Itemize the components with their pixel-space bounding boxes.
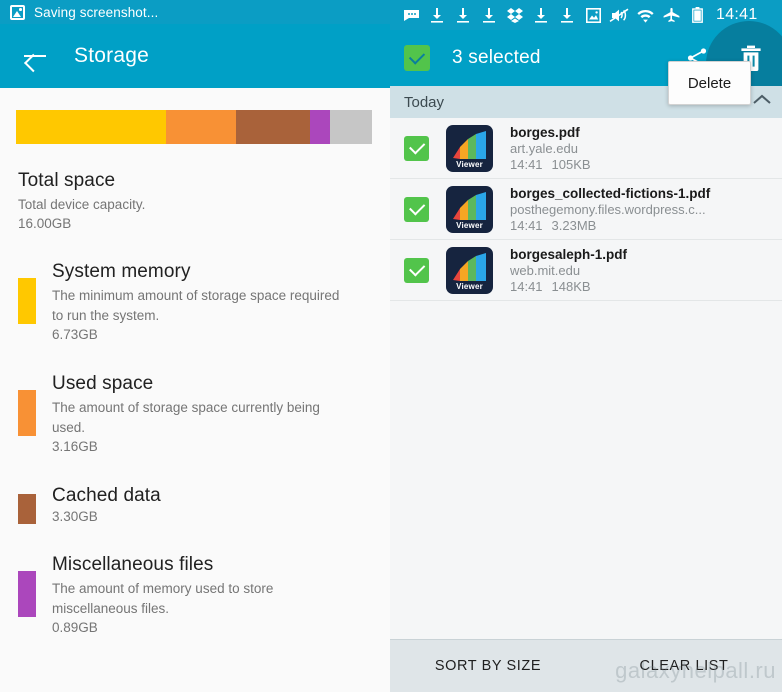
file-info: borgesaleph-1.pdf web.mit.edu 14:41 148KB bbox=[510, 247, 782, 294]
delete-tooltip: Delete bbox=[668, 61, 751, 105]
screenshot-root: Saving screenshot... Storage Total space… bbox=[0, 0, 782, 692]
download-icon bbox=[476, 0, 502, 30]
download-icon bbox=[528, 0, 554, 30]
file-checkbox[interactable] bbox=[404, 135, 429, 161]
storage-segment-bar bbox=[16, 110, 372, 144]
mute-vibrate-icon bbox=[606, 0, 632, 30]
right-phone-panel: 14:41 3 selected Today Delete Viewer bor… bbox=[390, 0, 782, 692]
pdf-viewer-icon: Viewer bbox=[446, 246, 493, 294]
item-description: The minimum amount of storage space requ… bbox=[52, 288, 340, 323]
color-swatch-used-space bbox=[18, 390, 36, 436]
icon-label: Viewer bbox=[456, 220, 483, 230]
storage-item-used-space[interactable]: Used space The amount of storage space c… bbox=[16, 345, 374, 457]
storage-bar-container bbox=[0, 88, 390, 144]
battery-icon bbox=[684, 0, 710, 30]
icon-label: Viewer bbox=[456, 281, 483, 291]
file-source: art.yale.edu bbox=[510, 140, 578, 156]
notification-text: Saving screenshot... bbox=[34, 4, 159, 20]
wifi-icon bbox=[632, 0, 658, 30]
item-value: 6.73GB bbox=[52, 327, 98, 343]
file-checkbox[interactable] bbox=[404, 196, 429, 222]
item-title: System memory bbox=[52, 261, 191, 283]
pdf-viewer-icon: Viewer bbox=[446, 185, 493, 233]
total-space-title: Total space bbox=[18, 170, 116, 191]
file-list-item[interactable]: Viewer borgesaleph-1.pdf web.mit.edu 14:41 1… bbox=[390, 240, 782, 301]
color-swatch-cached-data bbox=[18, 493, 36, 524]
image-saving-icon bbox=[10, 4, 25, 20]
file-source: posthegemony.files.wordpress.c... bbox=[510, 201, 706, 217]
pdf-viewer-icon: Viewer bbox=[446, 124, 493, 172]
item-value: 3.30GB bbox=[52, 508, 98, 524]
file-size: 3.23MB bbox=[551, 217, 597, 233]
item-title: Cached data bbox=[52, 484, 161, 506]
item-title: Used space bbox=[52, 373, 154, 394]
download-icon bbox=[554, 0, 580, 30]
total-space-description: Total device capacity. bbox=[18, 197, 146, 212]
total-space-value: 16.00GB bbox=[18, 216, 72, 232]
bottom-action-bar: SORT BY SIZE CLEAR LIST galaxyhelpall.ru bbox=[390, 639, 782, 692]
back-arrow-icon[interactable] bbox=[22, 43, 48, 69]
airplane-mode-icon bbox=[658, 0, 684, 30]
section-label: Today bbox=[404, 93, 445, 111]
file-name: borgesaleph-1.pdf bbox=[510, 246, 628, 262]
file-list-item[interactable]: Viewer borges.pdf art.yale.edu 14:41 105KB bbox=[390, 118, 782, 179]
item-value: 0.89GB bbox=[52, 620, 98, 636]
file-checkbox[interactable] bbox=[404, 257, 429, 283]
dropbox-icon bbox=[502, 0, 528, 30]
file-info: borges_collected-fictions-1.pdf posthegem… bbox=[510, 186, 782, 233]
file-meta: 14:41 105KB bbox=[510, 156, 591, 172]
file-meta: 14:41 148KB bbox=[510, 278, 591, 294]
item-value: 3.16GB bbox=[52, 439, 98, 455]
item-title: Miscellaneous files bbox=[52, 554, 214, 576]
file-name: borges.pdf bbox=[510, 124, 580, 140]
file-list-item[interactable]: Viewer borges_collected-fictions-1.pdf pos… bbox=[390, 179, 782, 240]
storage-segment bbox=[329, 110, 372, 144]
status-bar: 14:41 bbox=[390, 0, 782, 30]
chevron-up-icon[interactable] bbox=[752, 93, 772, 112]
file-info: borges.pdf art.yale.edu 14:41 105KB bbox=[510, 125, 782, 172]
file-meta: 14:41 3.23MB bbox=[510, 217, 597, 233]
selection-count-label: 3 selected bbox=[452, 47, 541, 68]
storage-list: Total space Total device capacity. 16.00… bbox=[0, 144, 390, 638]
item-description: The amount of memory used to store misce… bbox=[52, 581, 274, 616]
color-swatch-miscellaneous bbox=[18, 571, 36, 618]
page-title: Storage bbox=[74, 44, 149, 67]
storage-item-cached-data[interactable]: Cached data 3.30GB bbox=[16, 457, 374, 527]
download-icon bbox=[450, 0, 476, 30]
file-size: 148KB bbox=[551, 278, 591, 294]
message-icon bbox=[398, 0, 424, 30]
file-size: 105KB bbox=[551, 156, 591, 172]
storage-segment bbox=[236, 110, 310, 144]
storage-segment bbox=[16, 110, 166, 144]
sort-by-size-button[interactable]: SORT BY SIZE bbox=[390, 658, 586, 674]
storage-segment bbox=[309, 110, 330, 144]
left-phone-panel: Saving screenshot... Storage Total space… bbox=[0, 0, 390, 692]
storage-item-miscellaneous-files[interactable]: Miscellaneous files The amount of memory… bbox=[16, 526, 374, 638]
storage-segment bbox=[165, 110, 237, 144]
file-name: borges_collected-fictions-1.pdf bbox=[510, 185, 711, 201]
storage-item-system-memory[interactable]: System memory The minimum amount of stor… bbox=[16, 233, 374, 345]
image-icon bbox=[580, 0, 606, 30]
clear-list-button[interactable]: CLEAR LIST bbox=[586, 658, 782, 674]
icon-label: Viewer bbox=[456, 159, 483, 169]
download-icon bbox=[424, 0, 450, 30]
tooltip-label: Delete bbox=[687, 74, 732, 92]
notification-bar: Saving screenshot... bbox=[0, 0, 390, 24]
select-all-checkbox[interactable] bbox=[404, 45, 430, 71]
download-file-list: Viewer borges.pdf art.yale.edu 14:41 105KB Vi… bbox=[390, 118, 782, 301]
item-description: The amount of storage space currently be… bbox=[52, 400, 320, 435]
storage-appbar: Storage bbox=[0, 24, 390, 88]
total-space-block: Total space Total device capacity. 16.00… bbox=[16, 144, 374, 233]
file-source: web.mit.edu bbox=[510, 262, 581, 278]
color-swatch-system-memory bbox=[18, 278, 36, 325]
